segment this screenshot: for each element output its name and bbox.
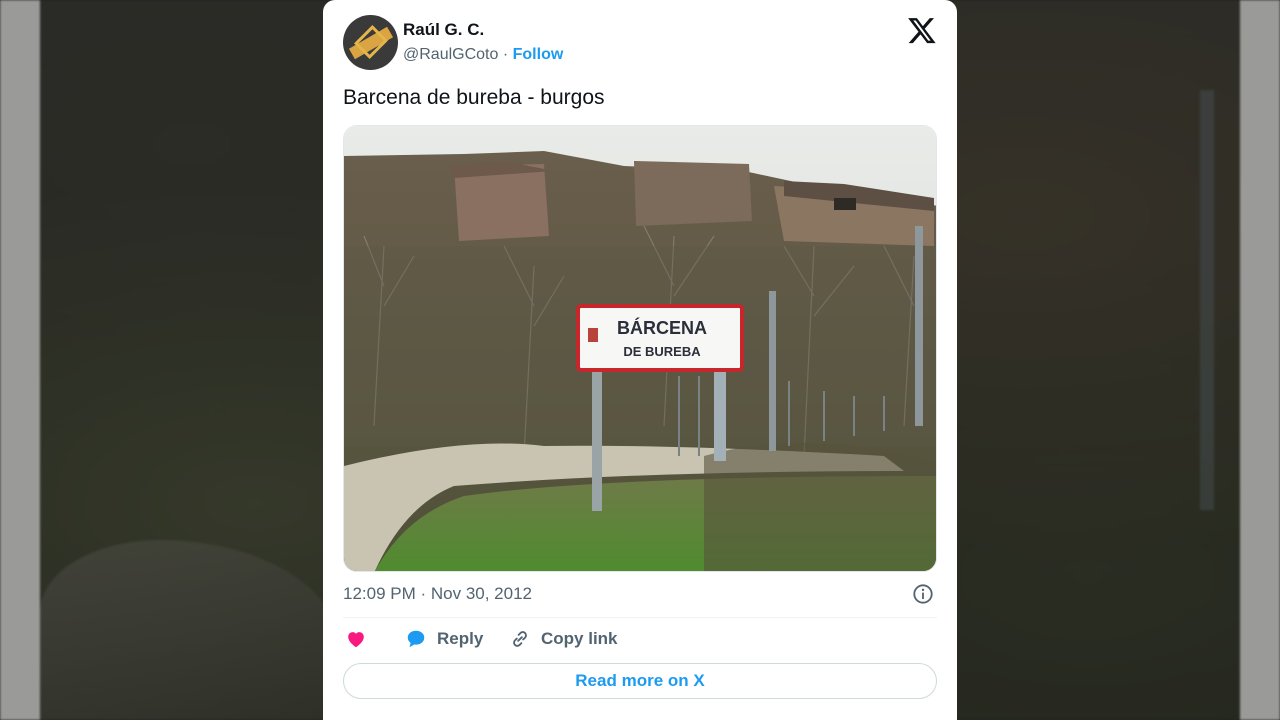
author-handle-row: @RaulGCoto · Follow — [403, 46, 563, 64]
tweet-photo[interactable]: BÁRCENA DE BUREBA — [343, 125, 937, 572]
reply-button[interactable]: Reply — [405, 628, 483, 650]
copy-link-button[interactable]: Copy link — [509, 628, 618, 650]
x-logo-icon[interactable] — [907, 15, 937, 45]
reply-label: Reply — [437, 629, 484, 648]
link-icon — [513, 631, 527, 647]
follow-button[interactable]: Follow — [513, 46, 564, 63]
read-more-button[interactable]: Read more on X — [343, 663, 937, 699]
sign-text-line2: DE BUREBA — [623, 344, 701, 359]
divider — [343, 617, 937, 618]
author-handle[interactable]: @RaulGCoto — [403, 46, 498, 63]
sign-text-line1: BÁRCENA — [617, 317, 707, 338]
copy-link-label: Copy link — [541, 629, 618, 648]
speech-bubble-icon — [407, 630, 425, 648]
avatar[interactable] — [343, 15, 398, 70]
photo-scene: BÁRCENA DE BUREBA — [344, 126, 936, 571]
handle-separator: · — [502, 46, 509, 63]
like-button[interactable] — [345, 628, 367, 650]
action-bar: Reply Copy link — [343, 628, 937, 654]
tweet-text: Barcena de bureba - burgos — [343, 86, 605, 109]
tweet-embed-card: Raúl G. C. @RaulGCoto · Follow Barcena d… — [323, 0, 957, 720]
tweet-timestamp[interactable]: 12:09 PM · Nov 30, 2012 — [343, 584, 532, 604]
heart-icon — [348, 632, 364, 648]
author-name[interactable]: Raúl G. C. — [403, 20, 484, 40]
info-icon[interactable] — [912, 583, 934, 605]
